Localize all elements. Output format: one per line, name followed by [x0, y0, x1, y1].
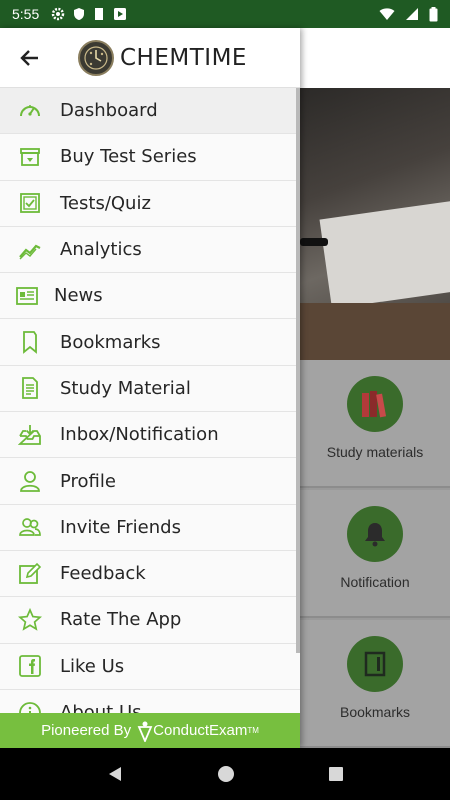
tile-study-materials[interactable]: Study materials — [300, 360, 450, 488]
bell-icon — [365, 523, 385, 547]
drawer-scrollbar[interactable] — [296, 88, 300, 653]
back-triangle-icon[interactable] — [106, 765, 124, 783]
conductexam-logo-icon — [137, 721, 153, 742]
menu-item-study-material[interactable]: Study Material — [0, 365, 300, 413]
speedometer-icon — [20, 104, 40, 116]
checklist-icon — [20, 193, 40, 214]
menu-item-label: Buy Test Series — [60, 146, 197, 168]
books-icon — [362, 391, 387, 418]
menu-item-label: Dashboard — [60, 100, 158, 122]
clock-logo-icon — [84, 45, 108, 70]
shop-icon — [20, 148, 40, 166]
menu-item-label: Tests/Quiz — [60, 192, 151, 214]
shield-icon — [74, 8, 85, 20]
system-nav-bar — [0, 748, 450, 800]
menu-item-invite-friends[interactable]: Invite Friends — [0, 504, 300, 551]
people-icon — [19, 518, 41, 537]
battery-icon — [429, 6, 438, 21]
play-store-icon — [114, 8, 127, 20]
wifi-icon — [379, 7, 395, 20]
info-icon — [19, 701, 41, 713]
app-logo — [78, 39, 114, 76]
person-icon — [20, 471, 40, 492]
inbox-icon — [18, 424, 41, 445]
tile-bookmarks[interactable]: Bookmarks — [300, 620, 450, 748]
footer-trademark: TM — [247, 726, 259, 735]
navigation-drawer: CHEMTIME Dashboard Buy Test Series Tests… — [0, 28, 300, 748]
status-time: 5:55 — [12, 6, 40, 22]
arrow-left-icon — [20, 49, 38, 66]
footer-brand-label: ConductExam — [153, 722, 248, 739]
menu-item-inbox-notification[interactable]: Inbox/Notification — [0, 412, 300, 459]
menu-item-profile[interactable]: Profile — [0, 458, 300, 505]
menu-item-label: Invite Friends — [60, 516, 181, 538]
menu-item-like-us[interactable]: Like Us — [0, 643, 300, 690]
menu-item-label: Rate The App — [60, 609, 182, 631]
menu-item-label: About Us — [60, 702, 142, 713]
dashboard-tiles: Study materials Notification Bookmarks — [300, 360, 450, 748]
menu-item-tests-quiz[interactable]: Tests/Quiz — [0, 180, 300, 227]
menu-item-label: Study Material — [60, 377, 191, 399]
document-icon — [22, 377, 38, 400]
newspaper-icon — [16, 286, 38, 305]
footer-prefix: Pioneered By — [41, 722, 132, 739]
back-button[interactable] — [0, 28, 60, 88]
menu-item-bookmarks[interactable]: Bookmarks — [0, 319, 300, 366]
tile-bookmarks-label: Bookmarks — [339, 704, 411, 720]
gear-icon — [52, 7, 65, 21]
menu-item-label: Inbox/Notification — [60, 424, 219, 446]
menu-item-feedback[interactable]: Feedback — [0, 550, 300, 598]
menu-item-label: Bookmarks — [60, 331, 161, 353]
menu-item-label: Analytics — [60, 239, 142, 261]
menu-item-label: News — [54, 285, 103, 307]
chart-line-icon — [19, 244, 41, 260]
book-icon — [364, 651, 386, 677]
menu-item-about-us[interactable]: About Us — [0, 689, 300, 713]
tile-notification-label: Notification — [340, 574, 410, 590]
menu-item-buy-test-series[interactable]: Buy Test Series — [0, 134, 300, 181]
star-icon — [18, 607, 42, 631]
app-title: CHEMTIME — [120, 44, 247, 71]
footer-banner: Pioneered By ConductExam TM — [0, 713, 300, 748]
status-bar: 5:55 — [0, 0, 450, 28]
home-circle-icon[interactable] — [216, 764, 236, 784]
recents-square-icon[interactable] — [328, 766, 344, 782]
tile-notification[interactable]: Notification — [300, 490, 450, 618]
facebook-icon — [19, 655, 41, 678]
banner-image — [300, 88, 450, 360]
tile-study-materials-label: Study materials — [326, 444, 424, 460]
menu-item-label: Feedback — [60, 563, 146, 585]
drawer-menu: Dashboard Buy Test Series Tests/Quiz Ana… — [0, 88, 300, 713]
menu-item-news[interactable]: News — [0, 273, 300, 320]
menu-item-dashboard[interactable]: Dashboard — [0, 88, 300, 135]
storage-icon — [95, 8, 104, 20]
edit-icon — [19, 562, 42, 584]
drawer-header: CHEMTIME — [0, 28, 300, 88]
menu-item-label: Like Us — [60, 655, 125, 677]
menu-item-rate-the-app[interactable]: Rate The App — [0, 597, 300, 644]
menu-item-label: Profile — [60, 470, 116, 492]
bookmark-icon — [23, 331, 37, 355]
menu-item-analytics[interactable]: Analytics — [0, 226, 300, 274]
signal-icon — [406, 8, 418, 20]
footer-brand: ConductExam TM — [137, 720, 259, 742]
